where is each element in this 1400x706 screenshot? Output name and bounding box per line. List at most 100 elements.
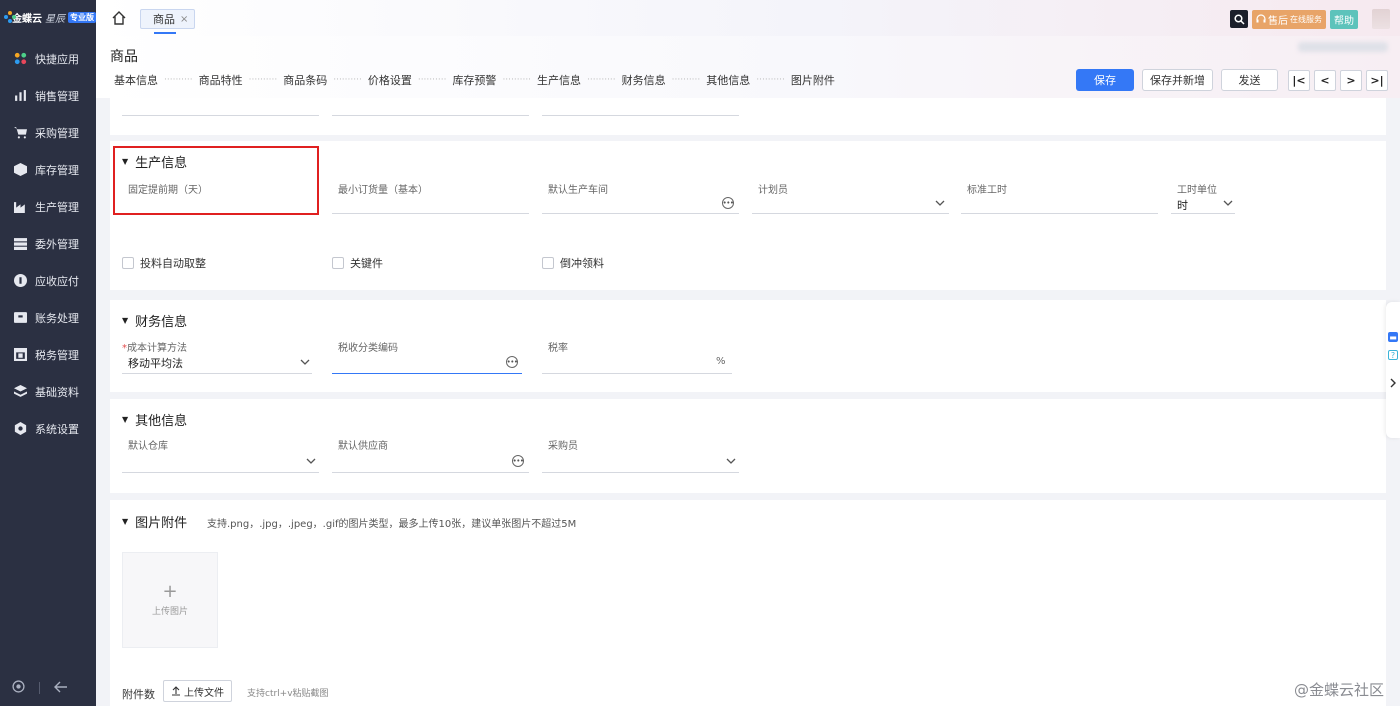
checkbox-box[interactable] xyxy=(122,257,134,269)
anchor-features[interactable]: 商品特性 xyxy=(199,72,243,88)
checkbox-box[interactable] xyxy=(332,257,344,269)
close-icon[interactable]: × xyxy=(180,14,188,25)
auto-round-checkbox[interactable]: 投料自动取整 xyxy=(122,255,206,271)
last-record-button[interactable]: >| xyxy=(1366,70,1388,91)
anchor-finance[interactable]: 财务信息 xyxy=(622,72,666,88)
anchor-basic[interactable]: 基本信息 xyxy=(114,72,158,88)
app-logo[interactable]: 金蝶云 星辰 专业版 xyxy=(0,0,96,34)
tab-label: 商品 xyxy=(153,13,175,26)
chevron-down-icon[interactable] xyxy=(300,357,310,367)
default-workshop-label: 默认生产车间 xyxy=(548,185,608,196)
anchor-barcode[interactable]: 商品条码 xyxy=(283,72,327,88)
anchor-production[interactable]: 生产信息 xyxy=(537,72,581,88)
logo-text: 金蝶云 xyxy=(12,13,42,25)
headset-icon xyxy=(1256,14,1266,23)
ledger-icon xyxy=(14,311,27,324)
upload-file-button[interactable]: 上传文件 xyxy=(163,680,232,702)
tax-rate-input[interactable] xyxy=(542,373,732,374)
finance-section-title[interactable]: ▼ 财务信息 xyxy=(122,311,187,330)
help-button[interactable]: 帮助 xyxy=(1330,9,1358,29)
chevron-right-icon[interactable] xyxy=(1389,378,1397,388)
more-options-icon[interactable]: ••• xyxy=(722,197,734,209)
cart-icon xyxy=(14,126,27,139)
first-record-button[interactable]: |< xyxy=(1288,70,1310,91)
anchor-separator: ·········· xyxy=(333,75,362,85)
sidebar-item-label: 委外管理 xyxy=(35,237,79,251)
hour-unit-label: 工时单位 xyxy=(1177,185,1217,196)
save-and-new-button[interactable]: 保存并新增 xyxy=(1142,69,1213,91)
sidebar-item-label: 采购管理 xyxy=(35,126,79,140)
save-button[interactable]: 保存 xyxy=(1076,69,1134,91)
backflush-checkbox[interactable]: 倒冲领料 xyxy=(542,255,604,271)
highlight-annotation xyxy=(113,146,319,215)
section-title-text: 财务信息 xyxy=(135,315,188,330)
plus-icon: + xyxy=(162,580,178,602)
sidebar-item-inventory[interactable]: 库存管理 xyxy=(0,151,96,188)
sidebar-item-purchase[interactable]: 采购管理 xyxy=(0,114,96,151)
tax-rate-label: 税率 xyxy=(548,343,568,354)
sidebar-item-label: 基础资料 xyxy=(35,385,79,399)
more-options-icon[interactable]: ••• xyxy=(506,356,518,368)
settings-icon xyxy=(14,422,27,435)
sidebar-item-outsource[interactable]: 委外管理 xyxy=(0,225,96,262)
chevron-down-icon[interactable] xyxy=(1223,198,1233,208)
chevron-down-icon[interactable] xyxy=(726,456,736,466)
tab-product[interactable]: 商品 × xyxy=(140,9,196,29)
avatar[interactable] xyxy=(1372,9,1390,29)
home-icon[interactable] xyxy=(112,11,126,25)
buyer-select[interactable] xyxy=(542,472,739,473)
anchor-images[interactable]: 图片附件 xyxy=(791,72,835,88)
user-info[interactable] xyxy=(1298,42,1388,52)
hour-unit-select[interactable] xyxy=(1171,213,1235,214)
sidebar-item-settings[interactable]: 系统设置 xyxy=(0,410,96,447)
sidebar-item-basic-data[interactable]: 基础资料 xyxy=(0,373,96,410)
warehouse-select[interactable] xyxy=(122,472,319,473)
sidebar-item-tax[interactable]: 税务管理 xyxy=(0,336,96,373)
next-record-button[interactable]: > xyxy=(1340,70,1362,91)
chevron-down-icon[interactable] xyxy=(306,456,316,466)
tax-code-input[interactable] xyxy=(332,373,522,374)
sidebar-item-ledger[interactable]: 账务处理 xyxy=(0,299,96,336)
help-question-icon[interactable]: ? xyxy=(1388,350,1398,360)
key-part-checkbox[interactable]: 关键件 xyxy=(332,255,383,271)
prev-record-button[interactable]: < xyxy=(1314,70,1336,91)
other-section: ▼ 其他信息 默认仓库 默认供应商 ••• 采购员 xyxy=(110,399,1386,493)
search-button[interactable] xyxy=(1230,10,1248,28)
more-options-icon[interactable]: ••• xyxy=(512,455,524,467)
supplier-input[interactable] xyxy=(332,472,529,473)
upload-icon xyxy=(172,686,180,696)
page-title: 商品 xyxy=(110,49,138,65)
default-workshop-input[interactable] xyxy=(542,213,739,214)
sidebar-item-label: 系统设置 xyxy=(35,422,79,436)
anchor-price[interactable]: 价格设置 xyxy=(368,72,412,88)
service-button[interactable]: 售后 在线服务 xyxy=(1252,9,1326,29)
target-icon[interactable] xyxy=(12,680,25,696)
upload-image-tile[interactable]: + 上传图片 xyxy=(122,552,218,648)
sidebar-item-quick-apps[interactable]: 快捷应用 xyxy=(0,40,96,77)
chevron-down-icon[interactable] xyxy=(935,198,945,208)
sidebar-item-production[interactable]: 生产管理 xyxy=(0,188,96,225)
anchor-stock-alert[interactable]: 库存预警 xyxy=(452,72,496,88)
anchor-separator: ·········· xyxy=(587,75,616,85)
collapse-arrow-icon[interactable] xyxy=(54,681,68,696)
other-section-title[interactable]: ▼ 其他信息 xyxy=(122,410,187,429)
logo-star: 星辰 xyxy=(45,13,65,25)
send-button[interactable]: 发送 xyxy=(1221,69,1278,91)
checkbox-label: 关键件 xyxy=(350,257,383,270)
min-order-input[interactable] xyxy=(332,213,529,214)
anchor-other[interactable]: 其他信息 xyxy=(706,72,750,88)
percent-unit: % xyxy=(716,356,726,367)
std-hours-input[interactable] xyxy=(961,213,1158,214)
images-section: ▼ 图片附件 支持.png，.jpg，.jpeg，.gif的图片类型，最多上传1… xyxy=(110,500,1386,706)
field-underline xyxy=(542,115,739,116)
chat-icon[interactable]: ▬ xyxy=(1388,332,1398,342)
footer-divider xyxy=(39,682,40,694)
planner-select[interactable] xyxy=(752,213,949,214)
cost-method-select[interactable] xyxy=(122,373,312,374)
sidebar-nav: 快捷应用 销售管理 采购管理 库存管理 生产管理 委外管理 应收应付 账务处理 xyxy=(0,40,96,447)
images-section-title[interactable]: ▼ 图片附件 xyxy=(122,512,187,531)
sales-icon xyxy=(14,89,27,102)
sidebar-item-receivables[interactable]: 应收应付 xyxy=(0,262,96,299)
sidebar-item-sales[interactable]: 销售管理 xyxy=(0,77,96,114)
checkbox-box[interactable] xyxy=(542,257,554,269)
